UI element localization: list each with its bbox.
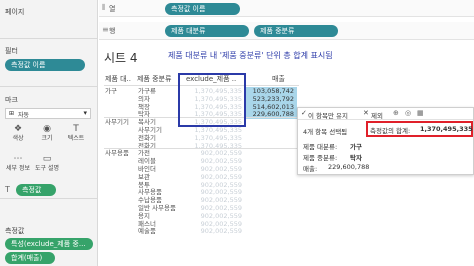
sum-label: 측정값의 합계: [370,127,411,135]
tooltip-cat-label: 제품 대분류: [303,143,338,151]
detail-icon: ⋯ [13,154,23,164]
sheet-title: 시트 4 [104,51,138,65]
set-icon[interactable]: ◎ [405,109,411,117]
mark-size-button[interactable]: ◉ 크기 [33,124,61,150]
category-cell[interactable]: 사무기기 [105,118,135,127]
marks-type-value: 자동 [18,112,30,119]
columns-shelf-label: 열 [109,5,116,13]
mark-color-label: 색상 [12,135,24,142]
mark-tooltip-button[interactable]: ▭ 도구 설명 [33,154,61,178]
rows-shelf[interactable]: ≡ 행 제품 대분류 제품 중분류 [99,22,474,40]
mark-detail-button[interactable]: ⋯ 세부 정보 [4,154,32,178]
rows-icon: ≡ [102,25,109,34]
marks-type-dropdown[interactable]: ⊞ 자동 ▾ [5,108,91,119]
marks-measure-pill[interactable]: 측정값 [16,184,56,196]
group-icon[interactable]: ⊕ [393,109,399,117]
tooltip-toolbar: ✓ 이 항목만 유지 ✕ 제외 ⊕ ◎ ▦ [298,108,473,120]
exclude-button[interactable]: 제외 [371,110,383,120]
mark-tooltip-label: 도구 설명 [35,165,59,172]
marks-card-title: 마크 [5,96,18,104]
text-icon: T [73,124,79,134]
columns-icon: ⦀ [102,3,106,12]
annotation-text: 제품 대분류 내 '제품 중분류' 단위 총 합계 표시됨 [168,51,333,60]
tooltip-icon: ▭ [42,154,52,164]
rows-shelf-label: 행 [109,27,116,35]
sum-value: 1,370,495,335 [420,125,473,133]
header-category[interactable]: 제품 대.. [105,75,135,84]
view-data-icon[interactable]: ▦ [417,109,424,117]
pages-card-title: 페이지 [5,8,25,16]
columns-pill[interactable]: 측정값 이름 [165,3,240,15]
chevron-down-icon: ▾ [83,109,87,117]
tooltip-popup: ✓ 이 항목만 유지 ✕ 제외 ⊕ ◎ ▦ 4개 항목 선택됨 측정값의 합계:… [297,107,474,175]
size-icon: ◉ [43,124,51,134]
sum-highlight-box: 측정값의 합계: 1,370,495,335 [366,121,473,137]
tooltip-sub-label: 제품 중분류: [303,154,338,162]
text-mark-icon: T [5,185,10,194]
palette-icon: ❖ [13,124,23,134]
tooltip-cat-value: 가구 [350,143,362,151]
category-cell[interactable]: 가구 [105,87,135,96]
tooltip-sales-value: 229,600,788 [328,163,370,171]
mark-detail-label: 세부 정보 [6,165,30,172]
mark-size-label: 크기 [41,135,53,142]
header-sales[interactable]: 매출 [272,75,296,84]
keep-only-icon[interactable]: ✓ [301,109,307,117]
columns-shelf[interactable]: ⦀ 열 측정값 이름 [99,0,474,17]
measure-value-pill-exclude[interactable]: 특성(exclude_제품 중... [5,238,93,250]
measure-value-pill-sales[interactable]: 합계(매출) [5,252,55,264]
rows-pill-category[interactable]: 제품 대분류 [165,25,249,37]
measure-values-title: 측정값 [5,227,25,235]
left-panel: 페이지 필터 측정값 이름 마크 ⊞ 자동 ▾ ❖ 색상 ◉ 크기 T 텍스트 ⋯ 세부… [0,0,98,266]
selection-highlight-box [178,73,246,127]
keep-only-button[interactable]: 이 항목만 유지 [308,110,348,120]
exclude-value-cell[interactable]: 902,002,559 [184,227,242,236]
mark-color-button[interactable]: ❖ 색상 [4,124,32,150]
mark-text-label: 텍스트 [67,135,85,142]
marks-type-icon: ⊞ [9,110,15,117]
mark-text-button[interactable]: T 텍스트 [62,124,90,150]
exclude-icon[interactable]: ✕ [363,109,369,117]
header-subcategory[interactable]: 제품 중분류 [137,75,181,84]
selected-count: 4개 항목 선택됨 [303,128,348,136]
tooltip-sub-value: 탁자 [350,154,362,162]
rows-pill-subcategory[interactable]: 제품 중분류 [254,25,338,37]
filter-pill[interactable]: 측정값 이름 [5,59,85,71]
category-cell[interactable]: 사무용품 [105,149,135,158]
filters-card-title: 필터 [5,47,18,55]
subcategory-cell[interactable]: 예술품 [138,227,182,236]
tooltip-sales-label: 매출: [303,165,318,173]
